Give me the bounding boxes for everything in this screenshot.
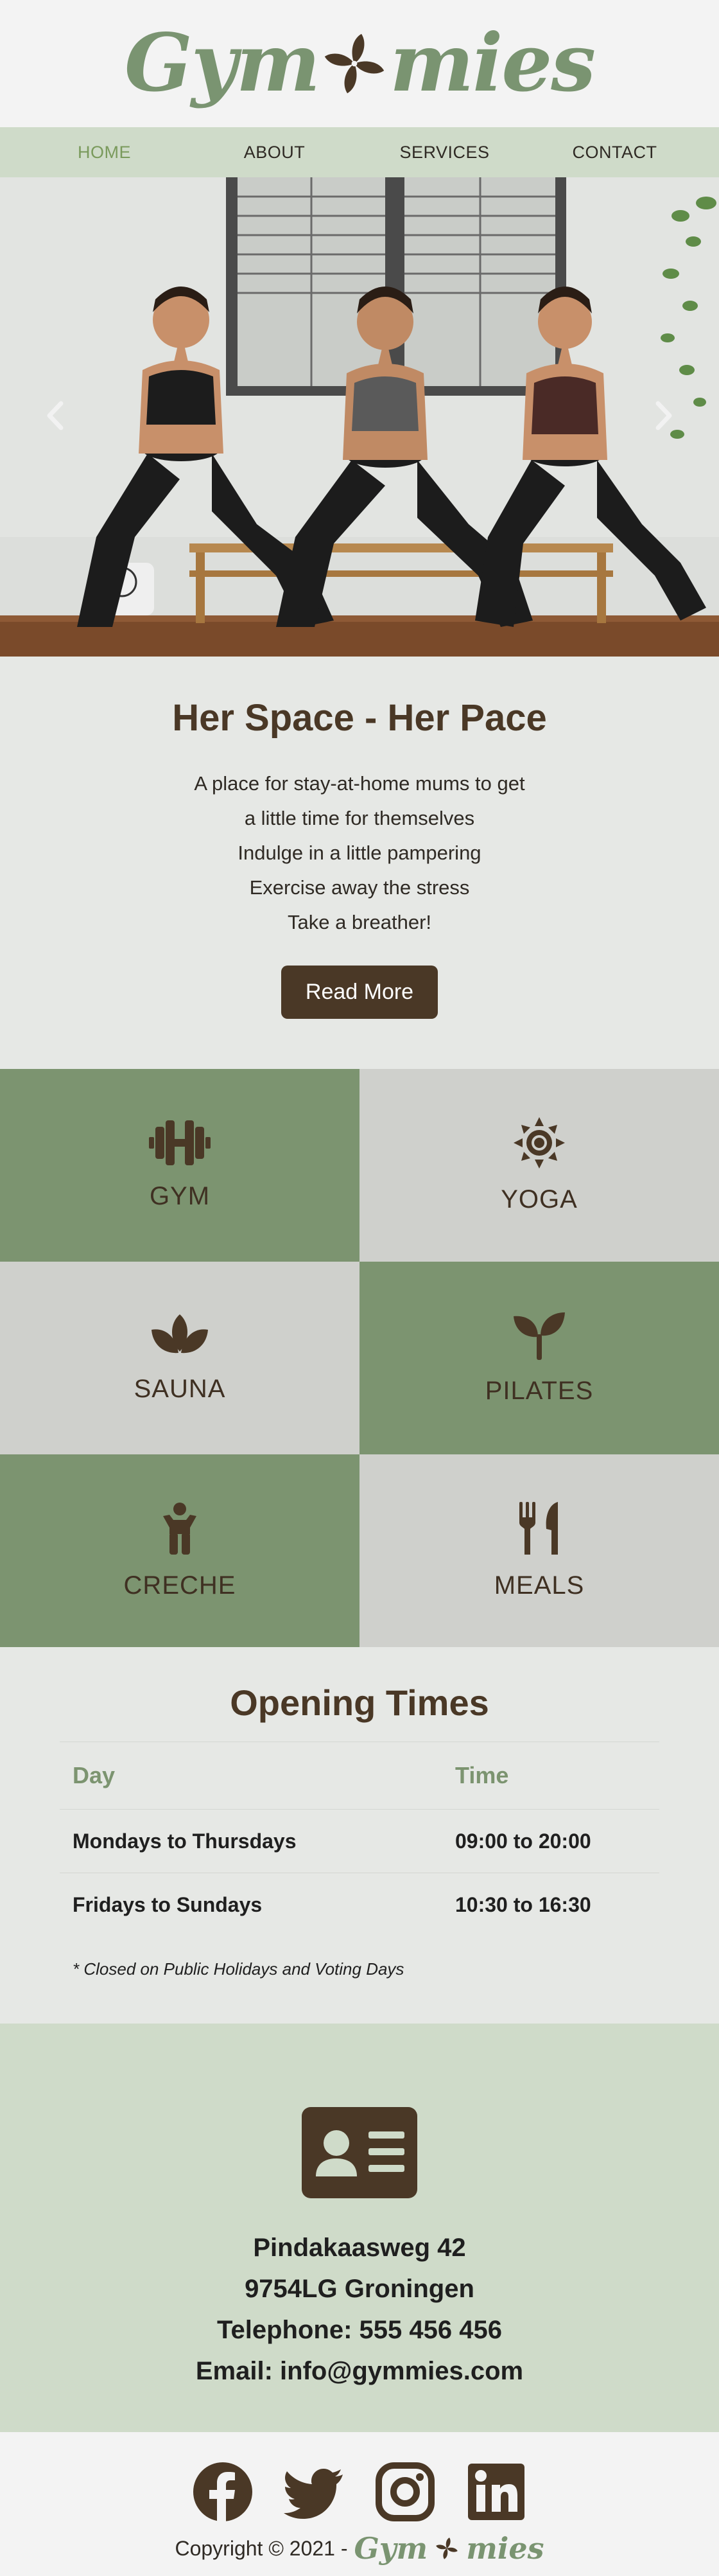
contact-email[interactable]: Email: info@gymmies.com	[0, 2351, 719, 2392]
main-nav: HOME ABOUT SERVICES CONTACT	[0, 127, 719, 177]
intro-line: Take a breather!	[287, 911, 432, 933]
service-tile-yoga[interactable]: YOGA	[360, 1069, 719, 1262]
table-cell-day: Mondays to Thursdays	[60, 1809, 442, 1873]
services-grid: GYM YOGA SAUNA PILATES CRECHE MEALS	[0, 1069, 719, 1647]
pinwheel-icon	[324, 33, 385, 94]
service-label: CRECHE	[123, 1571, 236, 1600]
hero-image	[0, 177, 719, 657]
intro-line: a little time for themselves	[244, 807, 475, 829]
service-label: GYM	[149, 1181, 211, 1210]
opening-times-title: Opening Times	[230, 1682, 489, 1723]
table-cell-day: Fridays to Sundays	[60, 1873, 442, 1936]
table-header-row: Day Time	[60, 1742, 659, 1810]
service-tile-creche[interactable]: CRECHE	[0, 1454, 360, 1647]
page: Gym mies HOME ABOUT SERVICES CONTACT Her…	[0, 0, 719, 2576]
contact-telephone[interactable]: Telephone: 555 456 456	[0, 2309, 719, 2351]
chevron-left-icon	[47, 401, 64, 430]
table-row: Fridays to Sundays 10:30 to 16:30	[60, 1873, 659, 1936]
table-row: Mondays to Thursdays 09:00 to 20:00	[60, 1809, 659, 1873]
facebook-link[interactable]	[193, 2462, 253, 2522]
service-label: MEALS	[494, 1571, 585, 1600]
service-tile-meals[interactable]: MEALS	[360, 1454, 719, 1647]
instagram-link[interactable]	[375, 2462, 435, 2522]
intro-line: Indulge in a little pampering	[238, 842, 481, 864]
intro-title: Her Space - Her Pace	[172, 697, 547, 739]
opening-times-table: Day Time Mondays to Thursdays 09:00 to 2…	[60, 1742, 659, 1936]
intro-line: Exercise away the stress	[249, 876, 470, 899]
nav-item-about[interactable]: ABOUT	[201, 143, 349, 163]
linkedin-link[interactable]	[466, 2462, 526, 2522]
site-footer: Copyright © 2021 - Gym mies	[0, 2432, 719, 2576]
contact-address: Pindakaasweg 42	[253, 2234, 466, 2262]
hero-carousel	[0, 177, 719, 657]
contact-city: 9754LG Groningen	[245, 2275, 474, 2303]
site-header: Gym mies	[0, 0, 719, 127]
sun-icon	[514, 1116, 565, 1169]
intro-line: A place for stay-at-home mums to get	[194, 772, 525, 795]
spa-icon	[152, 1314, 208, 1353]
child-icon	[163, 1502, 196, 1555]
twitter-icon	[284, 2469, 343, 2519]
carousel-next-button[interactable]	[645, 393, 683, 438]
intro-section: Her Space - Her Pace A place for stay-at…	[0, 657, 719, 1069]
read-more-button[interactable]: Read More	[281, 966, 438, 1019]
footer-logo-right: mies	[466, 2531, 544, 2566]
chevron-right-icon	[655, 401, 672, 430]
carousel-prev-button[interactable]	[36, 393, 74, 438]
service-label: SAUNA	[134, 1374, 226, 1403]
nav-item-services[interactable]: SERVICES	[371, 143, 519, 163]
service-label: YOGA	[501, 1185, 578, 1213]
service-tile-sauna[interactable]: SAUNA	[0, 1262, 360, 1454]
column-header-time: Time	[442, 1742, 659, 1810]
table-cell-time: 10:30 to 16:30	[442, 1873, 659, 1936]
contact-section: Pindakaasweg 42 9754LG Groningen Telepho…	[0, 2024, 719, 2432]
copyright: Copyright © 2021 - Gym mies	[0, 2534, 719, 2563]
address-card-icon	[302, 2107, 417, 2201]
service-tile-gym[interactable]: GYM	[0, 1069, 360, 1262]
nav-item-home[interactable]: HOME	[31, 143, 178, 163]
dumbbell-icon	[149, 1120, 211, 1165]
logo-text-right: mies	[390, 17, 596, 110]
copyright-text: Copyright © 2021 -	[175, 2536, 348, 2560]
facebook-icon	[193, 2462, 252, 2522]
nav-item-contact[interactable]: CONTACT	[541, 143, 689, 163]
twitter-link[interactable]	[284, 2462, 344, 2522]
logo-text-left: Gym	[124, 17, 320, 110]
instagram-icon	[376, 2462, 435, 2521]
service-label: PILATES	[485, 1376, 594, 1405]
closing-note: * Closed on Public Holidays and Voting D…	[73, 1959, 404, 1979]
table-cell-time: 09:00 to 20:00	[442, 1809, 659, 1873]
pinwheel-icon	[436, 2537, 458, 2559]
service-tile-pilates[interactable]: PILATES	[360, 1262, 719, 1454]
seedling-icon	[514, 1312, 565, 1360]
social-links	[0, 2462, 719, 2522]
footer-logo-left: Gym	[354, 2531, 428, 2566]
column-header-day: Day	[60, 1742, 442, 1810]
linkedin-icon	[468, 2464, 524, 2520]
utensils-icon	[519, 1501, 558, 1555]
opening-times-section: Opening Times Day Time Mondays to Thursd…	[0, 1647, 719, 2024]
site-logo[interactable]: Gym mies	[124, 17, 596, 110]
